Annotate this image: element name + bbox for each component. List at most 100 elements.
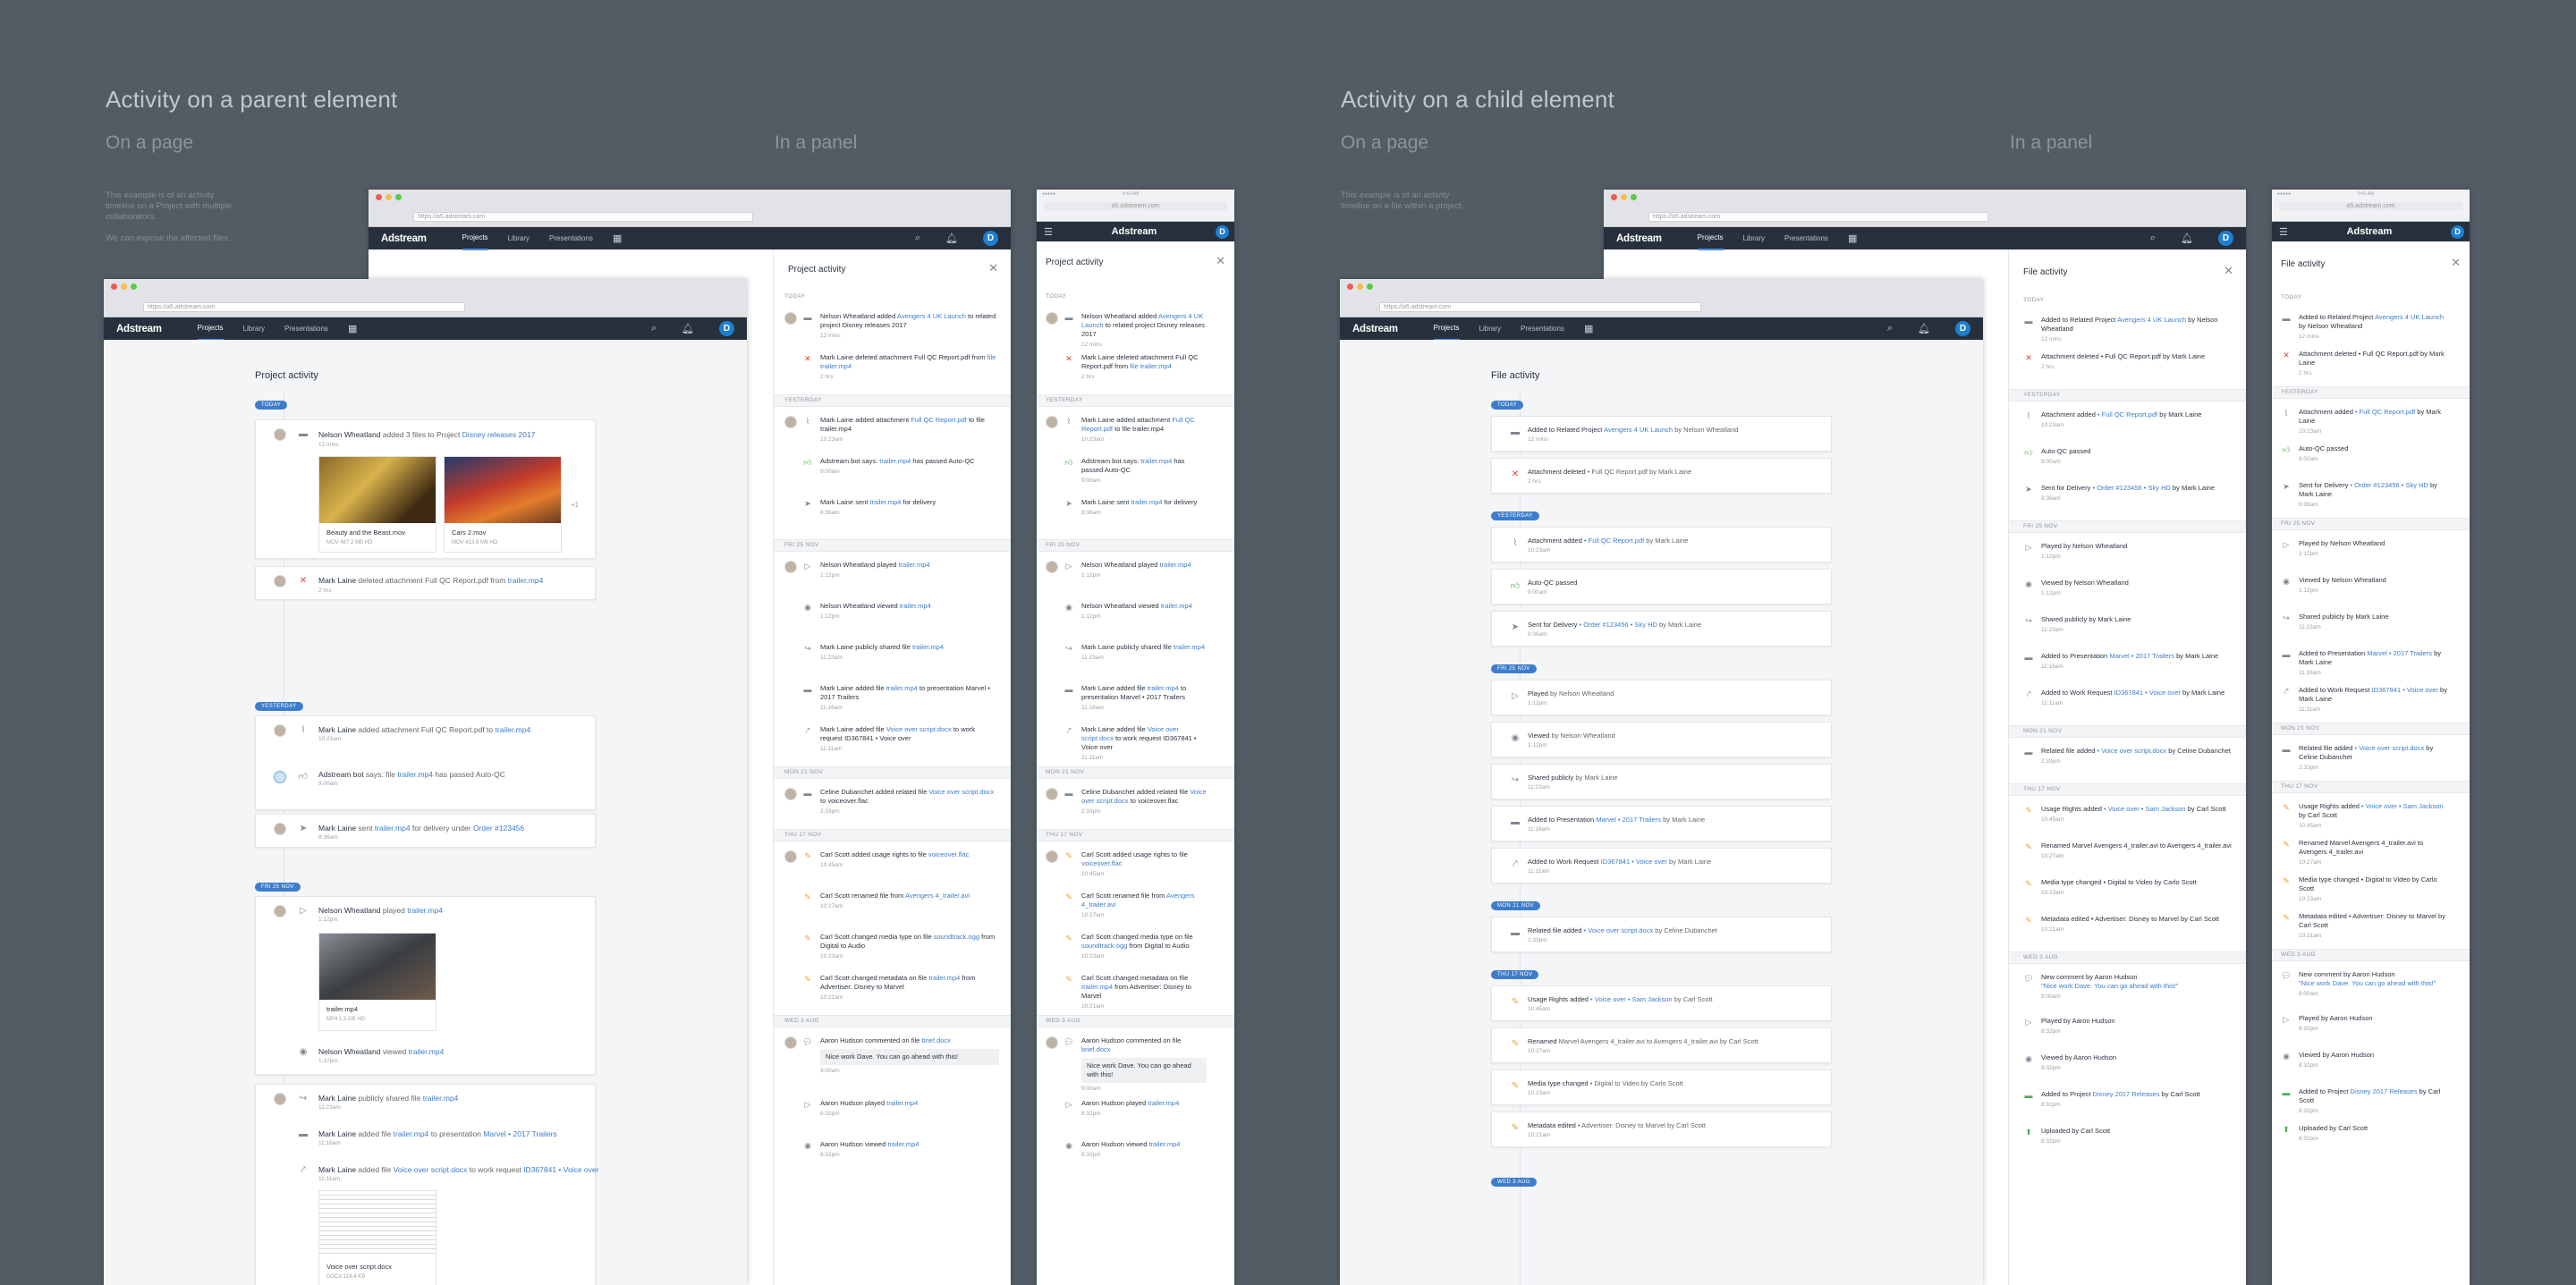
activity-link[interactable]: trailer.mp4 bbox=[1131, 498, 1162, 506]
file-link[interactable]: Voice over script.docx bbox=[394, 1165, 468, 1174]
menu-icon[interactable]: ☰ bbox=[2279, 226, 2288, 238]
file-thumbnail[interactable]: Beauty and the Beast.mov MOV 487.2 MB HD bbox=[318, 456, 436, 553]
user-avatar[interactable]: D bbox=[2451, 224, 2464, 239]
apps-grid-icon[interactable]: ▦ bbox=[1848, 232, 1857, 244]
nav-presentations[interactable]: Presentations bbox=[284, 317, 328, 340]
activity-link[interactable]: • Full QC Report.pdf bbox=[1582, 537, 1644, 545]
activity-link[interactable]: trailer.mp4 bbox=[886, 684, 918, 692]
activity-link[interactable]: Marvel • 2017 Trailers bbox=[1594, 816, 1661, 824]
url-bar[interactable]: https://a5.adstream.com bbox=[1379, 302, 1701, 312]
nav-library[interactable]: Library bbox=[243, 317, 265, 340]
nav-projects[interactable]: Projects bbox=[1433, 317, 1460, 341]
activity-link[interactable]: • Voice over script.docx bbox=[2095, 747, 2167, 755]
activity-link[interactable]: Avengers 4 UK Launch bbox=[1604, 426, 1673, 434]
menu-icon[interactable]: ☰ bbox=[1044, 226, 1053, 238]
user-avatar[interactable]: D bbox=[983, 231, 998, 246]
close-icon[interactable]: ✕ bbox=[2224, 264, 2233, 278]
nav-projects[interactable]: Projects bbox=[462, 226, 488, 250]
nav-projects[interactable]: Projects bbox=[197, 317, 224, 341]
apps-grid-icon[interactable]: ▦ bbox=[613, 232, 622, 244]
url-bar[interactable]: https://a5.adstream.com bbox=[1648, 212, 1988, 222]
file-link[interactable]: trailer.mp4 bbox=[508, 576, 544, 585]
user-avatar[interactable] bbox=[1046, 561, 1058, 573]
app-logo[interactable]: Adstream bbox=[2288, 226, 2451, 237]
activity-link[interactable]: Disney 2017 Releases bbox=[2090, 1090, 2160, 1098]
mobile-url-bar[interactable]: a5.adstream.com bbox=[2279, 202, 2462, 210]
user-avatar[interactable] bbox=[1046, 312, 1058, 325]
activity-link[interactable]: • Order #123456 • Sky HD bbox=[2090, 484, 2171, 492]
bell-icon[interactable]: 🔔︎ bbox=[2181, 232, 2193, 244]
activity-link[interactable]: trailer.mp4 bbox=[879, 457, 911, 465]
url-bar[interactable]: https://a5.adstream.com bbox=[413, 212, 753, 222]
activity-link[interactable]: Disney 2017 Releases bbox=[2348, 1087, 2418, 1095]
activity-link[interactable]: trailer.mp4 bbox=[1148, 684, 1179, 692]
activity-link[interactable]: trailer.mp4 bbox=[1161, 602, 1192, 610]
activity-link[interactable]: • Voice over script.docx bbox=[1581, 926, 1654, 934]
activity-link[interactable]: • Voice over • Sam Jackson bbox=[1589, 995, 1673, 1003]
activity-link[interactable]: • Voice over • Sam Jackson bbox=[2102, 805, 2186, 813]
activity-link[interactable]: trailer.mp4 bbox=[1148, 1099, 1179, 1107]
user-avatar[interactable] bbox=[1046, 1036, 1058, 1049]
user-avatar[interactable] bbox=[1046, 416, 1058, 428]
activity-link[interactable]: • Order #123456 • Sky HD bbox=[2348, 481, 2428, 489]
close-icon[interactable]: ✕ bbox=[2451, 256, 2461, 270]
user-avatar[interactable] bbox=[784, 850, 797, 863]
app-logo[interactable]: Adstream bbox=[381, 233, 427, 244]
activity-link[interactable]: • Full QC Report.pdf bbox=[2353, 408, 2415, 416]
file-thumbnail[interactable]: Cars 2.mov MOV 413.8 MB HD bbox=[444, 456, 562, 553]
search-icon[interactable]: ⌕ bbox=[651, 323, 657, 334]
app-logo[interactable]: Adstream bbox=[1352, 324, 1398, 334]
activity-link[interactable]: Full QC Report.pdf bbox=[911, 416, 967, 424]
file-link[interactable]: trailer.mp4 bbox=[423, 1094, 459, 1103]
project-link[interactable]: Disney releases 2017 bbox=[462, 430, 536, 439]
bell-icon[interactable]: 🔔︎ bbox=[682, 323, 694, 334]
file-link[interactable]: trailer.mp4 bbox=[409, 1047, 445, 1056]
activity-link[interactable]: Avengers 4_trailer.avi bbox=[905, 892, 970, 900]
search-icon[interactable]: ⌕ bbox=[2150, 232, 2156, 244]
nav-presentations[interactable]: Presentations bbox=[1521, 317, 1564, 340]
apps-grid-icon[interactable]: ▦ bbox=[1584, 323, 1593, 334]
activity-link[interactable]: trailer.mp4 bbox=[1160, 561, 1191, 569]
activity-link[interactable]: voiceover.flac bbox=[1081, 859, 1122, 867]
activity-link[interactable]: voiceover.flac bbox=[928, 850, 969, 858]
nav-projects[interactable]: Projects bbox=[1697, 226, 1724, 250]
activity-link[interactable]: Avengers 4 UK Launch bbox=[2375, 313, 2444, 321]
nav-library[interactable]: Library bbox=[1479, 317, 1501, 340]
activity-link[interactable]: trailer.mp4 bbox=[899, 561, 930, 569]
activity-link[interactable]: • Order #123456 • Sky HD bbox=[1577, 621, 1657, 629]
activity-link[interactable]: file trailer.mp4 bbox=[1130, 362, 1172, 370]
activity-link[interactable]: trailer.mp4 bbox=[886, 1099, 918, 1107]
activity-link[interactable]: Avengers 4 UK Launch bbox=[2117, 316, 2186, 324]
nav-library[interactable]: Library bbox=[508, 227, 530, 249]
activity-link[interactable]: ID367841 • Voice over bbox=[1599, 858, 1667, 866]
activity-link[interactable]: brief.docx bbox=[1081, 1045, 1111, 1053]
work-request-link[interactable]: ID367841 • Voice over bbox=[523, 1165, 598, 1174]
file-link[interactable]: trailer.mp4 bbox=[397, 770, 433, 779]
activity-link[interactable]: Voice over script.docx bbox=[886, 725, 952, 733]
activity-link[interactable]: trailer.mp4 bbox=[928, 974, 960, 982]
user-avatar[interactable] bbox=[274, 428, 286, 441]
close-icon[interactable]: ✕ bbox=[1216, 254, 1225, 268]
activity-link[interactable]: brief.docx bbox=[921, 1036, 951, 1044]
document-thumbnail[interactable]: Voice over script.docx DOCX 118.4 KB bbox=[318, 1190, 436, 1285]
bell-icon[interactable]: 🔔︎ bbox=[1918, 323, 1930, 334]
activity-link[interactable]: soundtrack.ogg bbox=[1081, 942, 1127, 950]
activity-link[interactable]: Avengers 4 UK Launch bbox=[897, 312, 966, 320]
file-link[interactable]: trailer.mp4 bbox=[375, 824, 411, 833]
user-avatar[interactable]: D bbox=[1216, 224, 1229, 239]
activity-link[interactable]: Marvel • 2017 Trailers bbox=[2365, 649, 2432, 657]
user-avatar[interactable] bbox=[1046, 850, 1058, 863]
presentation-link[interactable]: Marvel • 2017 Trailers bbox=[483, 1129, 556, 1138]
order-link[interactable]: Order #123456 bbox=[473, 824, 524, 833]
mobile-url-bar[interactable]: a5.adstream.com bbox=[1044, 202, 1227, 210]
user-avatar[interactable]: D bbox=[2218, 231, 2233, 246]
activity-link[interactable]: trailer.mp4 bbox=[1148, 1140, 1180, 1148]
file-link[interactable]: trailer.mp4 bbox=[496, 725, 531, 734]
activity-link[interactable]: trailer.mp4 bbox=[887, 1140, 919, 1148]
file-link[interactable]: trailer.mp4 bbox=[394, 1129, 429, 1138]
apps-grid-icon[interactable]: ▦ bbox=[348, 323, 357, 334]
app-logo[interactable]: Adstream bbox=[1616, 233, 1662, 244]
app-logo[interactable]: Adstream bbox=[116, 324, 162, 334]
search-icon[interactable]: ⌕ bbox=[915, 232, 920, 244]
activity-link[interactable]: trailer.mp4 bbox=[912, 643, 944, 651]
